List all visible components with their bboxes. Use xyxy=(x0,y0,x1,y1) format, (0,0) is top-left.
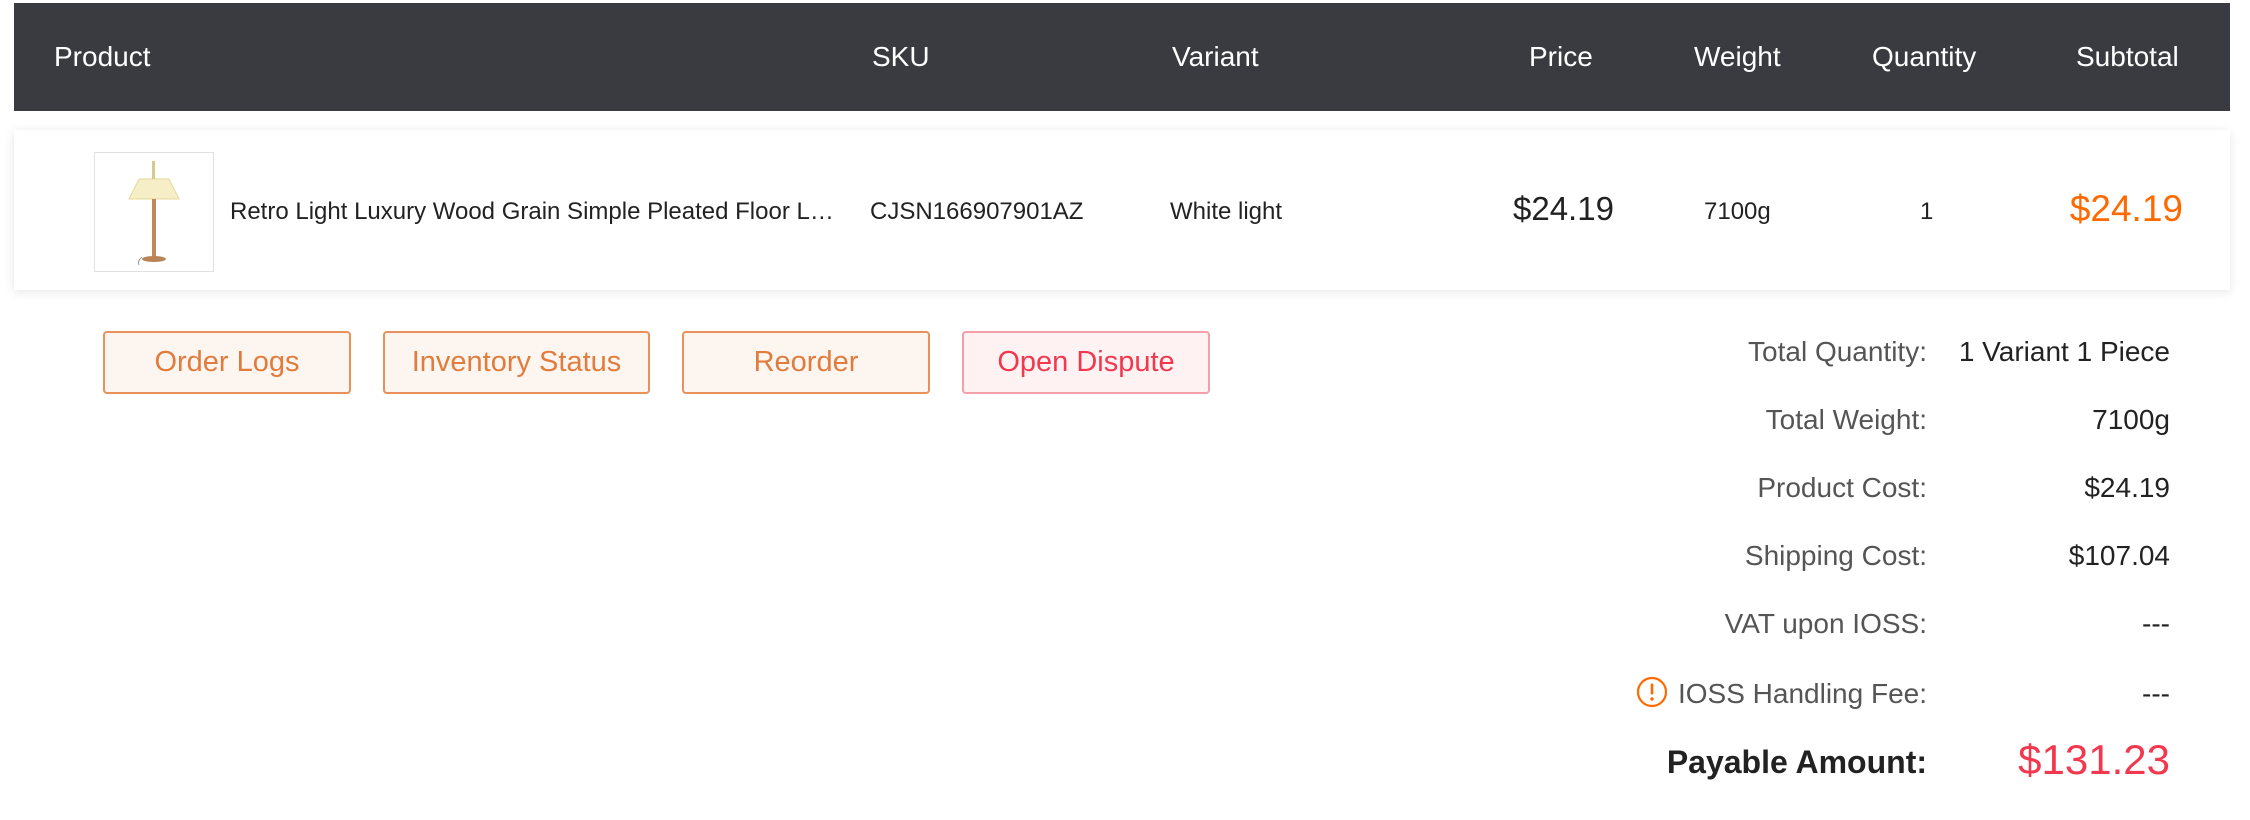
ioss-fee-label: IOSS Handling Fee: xyxy=(1677,678,1927,709)
info-circle-icon-svg xyxy=(1636,676,1668,708)
floor-lamp-image xyxy=(128,161,180,266)
total-weight-label: Total Weight: xyxy=(1765,404,1927,435)
reorder-button[interactable]: Reorder xyxy=(682,331,930,394)
header-weight: Weight xyxy=(1694,41,1781,72)
header-quantity: Quantity xyxy=(1872,41,1977,72)
inventory-status-button[interactable]: Inventory Status xyxy=(383,331,650,394)
vat-value: --- xyxy=(2142,608,2170,639)
product-thumbnail[interactable] xyxy=(94,152,214,272)
header-subtotal: Subtotal xyxy=(2076,41,2179,72)
vat-label: VAT upon IOSS: xyxy=(1724,608,1927,639)
header-product: Product xyxy=(54,41,151,72)
open-dispute-button[interactable]: Open Dispute xyxy=(962,331,1210,394)
shipping-cost-value: $107.04 xyxy=(2068,540,2170,571)
info-circle-icon[interactable] xyxy=(1636,676,1668,708)
total-quantity-label: Total Quantity: xyxy=(1748,336,1927,367)
product-subtotal: $24.19 xyxy=(2069,188,2183,229)
product-weight: 7100g xyxy=(1704,198,1771,225)
product-cost-value: $24.19 xyxy=(2084,472,2170,503)
shipping-cost-label: Shipping Cost: xyxy=(1744,540,1927,571)
header-variant: Variant xyxy=(1172,41,1259,72)
order-detail-page: Product SKU Variant Price Weight Quantit… xyxy=(0,0,2250,820)
product-quantity: 1 xyxy=(1920,198,1934,225)
ioss-fee-value: --- xyxy=(2142,678,2170,709)
table-header: Product SKU Variant Price Weight Quantit… xyxy=(14,3,2230,111)
product-cost-label: Product Cost: xyxy=(1757,472,1927,503)
product-name[interactable]: Retro Light Luxury Wood Grain Simple Ple… xyxy=(230,198,840,226)
header-price: Price xyxy=(1529,41,1593,72)
product-sku: CJSN166907901AZ xyxy=(870,198,1084,225)
header-sku: SKU xyxy=(872,41,930,72)
order-logs-button[interactable]: Order Logs xyxy=(103,331,351,394)
product-price: $24.19 xyxy=(1513,190,1614,227)
table-row: Retro Light Luxury Wood Grain Simple Ple… xyxy=(14,130,2230,290)
total-weight-value: 7100g xyxy=(2092,404,2170,435)
payable-amount-value: $131.23 xyxy=(2018,736,2170,783)
product-variant: White light xyxy=(1170,198,1283,225)
total-quantity-value: 1 Variant 1 Piece xyxy=(1958,336,2170,367)
payable-amount-label: Payable Amount: xyxy=(1666,744,1927,780)
